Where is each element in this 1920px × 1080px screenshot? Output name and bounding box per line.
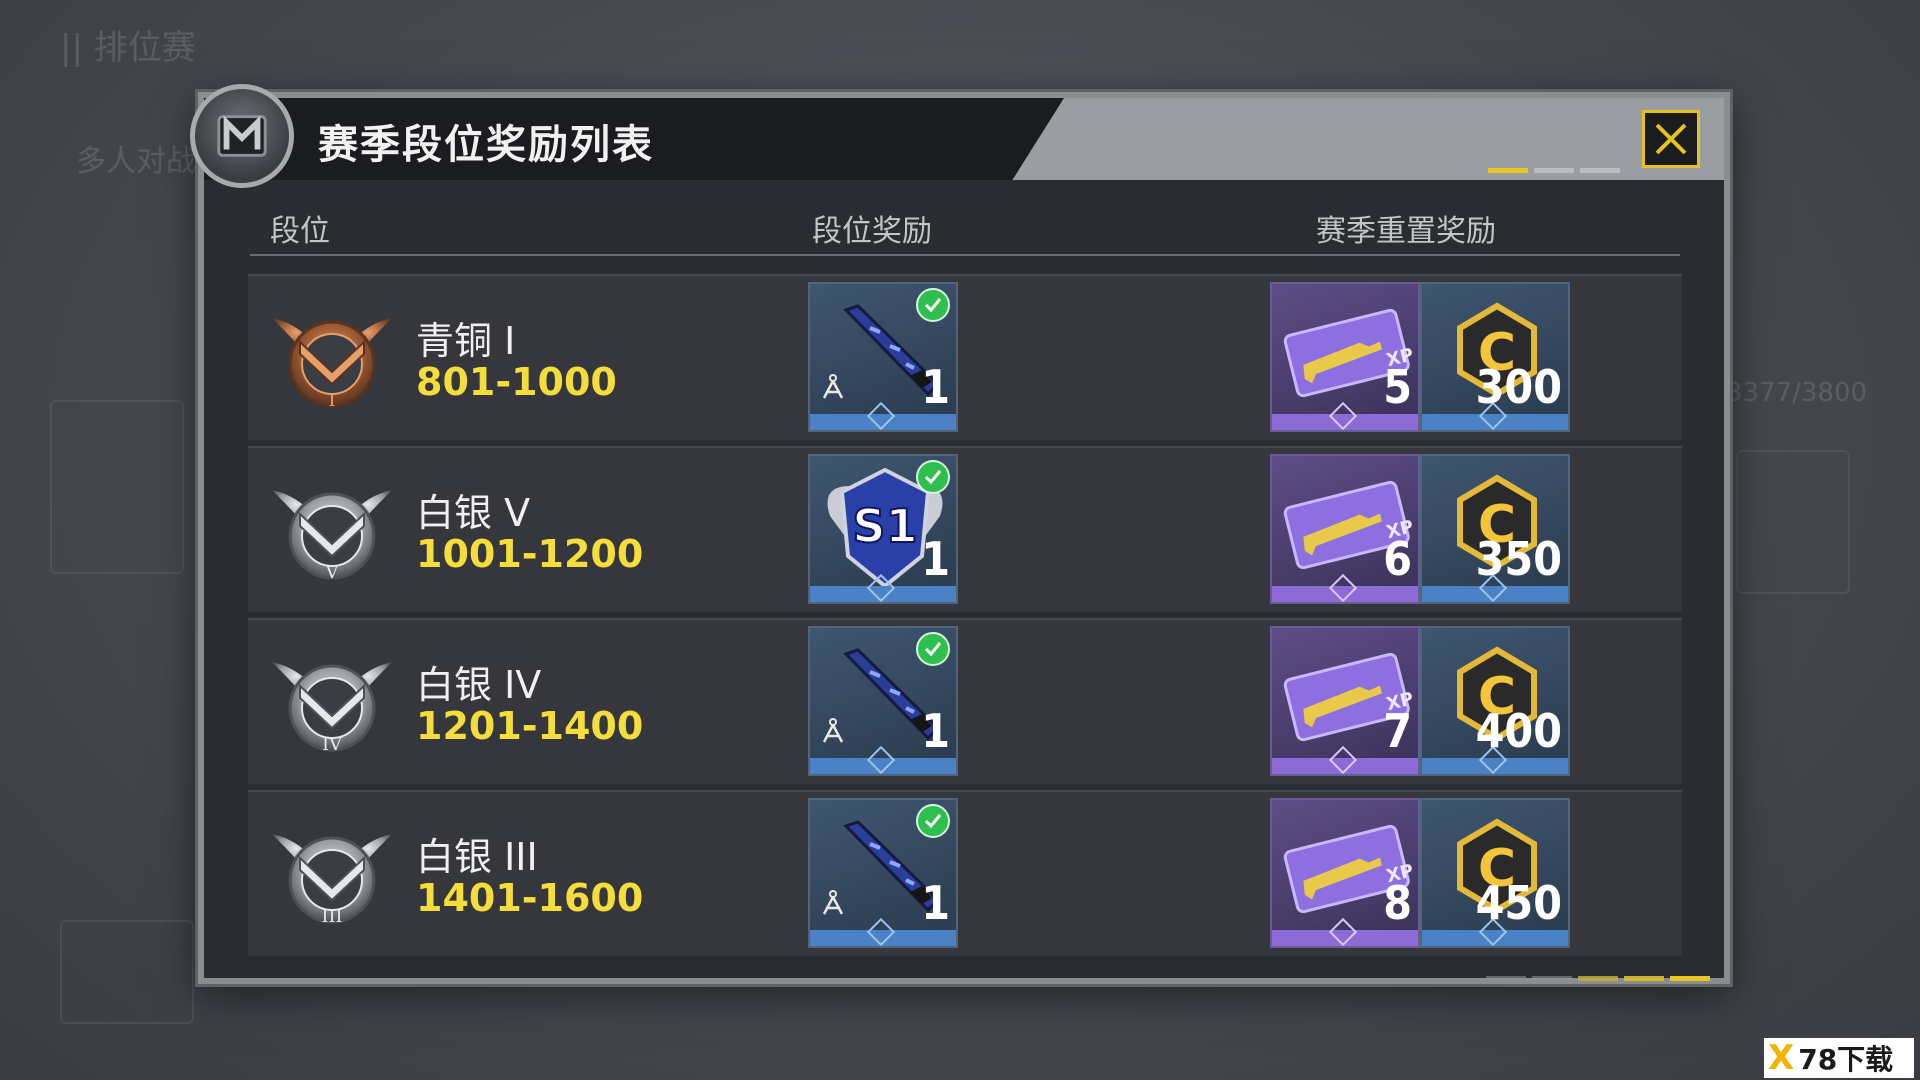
silver-rank-emblem-icon: III <box>272 834 392 927</box>
svg-text:IV: IV <box>322 734 343 755</box>
claimed-check-icon <box>916 804 950 838</box>
page-indicator-bottom <box>1486 976 1710 981</box>
reward-count: 1 <box>921 360 950 414</box>
game-logo-icon <box>190 84 294 188</box>
reward-count: 1 <box>921 876 950 930</box>
reward-count: 6 <box>1383 532 1412 586</box>
reset-reward-cp-coin[interactable]: C 350 <box>1420 454 1570 604</box>
reward-count: 8 <box>1383 876 1412 930</box>
bg-panel <box>50 400 184 574</box>
bg-mode-tab: 多人对战 <box>76 144 196 179</box>
reward-count: 7 <box>1383 704 1412 758</box>
reward-count: 1 <box>921 704 950 758</box>
reset-reward-xp-card[interactable]: XP 8 <box>1270 798 1420 948</box>
reset-reward-xp-card[interactable]: XP 5 <box>1270 282 1420 432</box>
silver-rank-emblem-icon: IV <box>272 662 392 755</box>
rank-reward-item[interactable]: S1 1 <box>808 454 958 604</box>
compass-icon <box>822 890 844 915</box>
reset-reward-xp-card[interactable]: XP 6 <box>1270 454 1420 604</box>
svg-text:I: I <box>328 390 335 411</box>
close-x-icon <box>1655 123 1687 155</box>
reset-reward-cp-coin[interactable]: C 300 <box>1420 282 1570 432</box>
rank-name: 青铜 I <box>416 319 516 363</box>
column-header-rank-reward: 段位奖励 <box>812 214 932 249</box>
rank-score-range: 1001-1200 <box>416 532 644 576</box>
svg-text:S1: S1 <box>852 499 917 553</box>
rank-score-range: 1401-1600 <box>416 876 644 920</box>
rank-reward-item[interactable]: 1 <box>808 626 958 776</box>
bg-page-title: || 排位赛 <box>60 28 196 68</box>
compass-icon <box>822 718 844 743</box>
rank-score-range: 801-1000 <box>416 360 617 404</box>
rank-reward-item[interactable]: 1 <box>808 282 958 432</box>
dialog-title: 赛季段位奖励列表 <box>318 122 654 168</box>
bg-progress-text: 3377/3800 <box>1726 378 1868 408</box>
bg-panel <box>60 920 194 1024</box>
reward-count: 5 <box>1383 360 1412 414</box>
reward-count: 1 <box>921 532 950 586</box>
rank-score-range: 1201-1400 <box>416 704 644 748</box>
watermark-logo-icon: X <box>1768 1038 1795 1078</box>
rank-name: 白银 V <box>416 491 531 535</box>
rank-reward-row: III 白银 III 1401-1600 1 XP 8 C 450 <box>248 790 1682 956</box>
rank-name: 白银 III <box>416 835 538 879</box>
season-rank-reward-dialog: 赛季段位奖励列表 段位 段位奖励 赛季重置奖励 I 青铜 I 801-1000 <box>190 84 1730 984</box>
reset-reward-xp-card[interactable]: XP 7 <box>1270 626 1420 776</box>
rank-reward-row: V 白银 V 1001-1200 S1 1 XP 6 C 350 <box>248 446 1682 612</box>
bg-panel <box>1736 450 1850 594</box>
reset-reward-cp-coin[interactable]: C 400 <box>1420 626 1570 776</box>
page-indicator-top <box>1488 168 1620 173</box>
close-button[interactable] <box>1642 110 1700 168</box>
svg-text:III: III <box>321 906 342 927</box>
rank-reward-row: IV 白银 IV 1201-1400 1 XP 7 C 400 <box>248 618 1682 784</box>
reset-reward-cp-coin[interactable]: C 450 <box>1420 798 1570 948</box>
reward-count: 300 <box>1475 360 1562 414</box>
claimed-check-icon <box>916 288 950 322</box>
claimed-check-icon <box>916 460 950 494</box>
rank-reward-item[interactable]: 1 <box>808 798 958 948</box>
site-watermark: X 78下载 <box>1764 1038 1914 1078</box>
bronze-rank-emblem-icon: I <box>272 318 392 411</box>
watermark-brand: 78下载 <box>1798 1043 1894 1076</box>
rank-reward-row: I 青铜 I 801-1000 1 XP 5 C 300 <box>248 274 1682 440</box>
reward-count: 450 <box>1475 876 1562 930</box>
claimed-check-icon <box>916 632 950 666</box>
rank-name: 白银 IV <box>416 663 542 707</box>
column-header-season-reset-reward: 赛季重置奖励 <box>1316 214 1496 249</box>
reward-count: 350 <box>1475 532 1562 586</box>
compass-icon <box>822 374 844 399</box>
silver-rank-emblem-icon: V <box>272 490 392 583</box>
logo-m-icon <box>217 115 267 157</box>
svg-text:V: V <box>325 562 340 583</box>
column-header-rank: 段位 <box>270 214 330 249</box>
header-divider <box>250 254 1680 256</box>
reward-count: 400 <box>1475 704 1562 758</box>
